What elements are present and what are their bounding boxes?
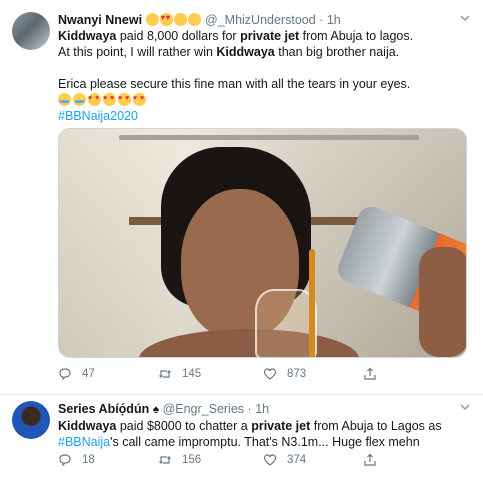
kissing-face-icon	[173, 13, 187, 26]
face-blowing-kiss-icon	[145, 13, 159, 26]
author-name[interactable]: Series Abíọ́dún	[58, 402, 149, 416]
media-pour	[309, 249, 315, 357]
heart-eyes-icon	[159, 10, 173, 26]
text-span: paid $8000 to chatter a	[116, 419, 252, 433]
tweet-line: Erica please secure this fine man with a…	[58, 77, 411, 91]
hashtag-link[interactable]: #BBNaija2020	[58, 108, 473, 124]
like-count: 873	[287, 368, 307, 380]
retweet-button[interactable]: 145	[158, 367, 201, 381]
reply-icon	[59, 454, 71, 467]
retweet-icon	[159, 370, 171, 378]
tweet-line: Kiddwaya paid $8000 to chatter a private…	[58, 418, 473, 434]
tweet-line: At this point, I will rather win Kiddway…	[58, 44, 473, 60]
text-span: paid 8,000 dollars for	[116, 29, 241, 43]
tweet-media[interactable]	[58, 128, 467, 358]
like-count: 374	[287, 454, 307, 466]
timestamp[interactable]: 1h	[255, 402, 269, 416]
share-icon	[364, 453, 376, 466]
hashtag-link[interactable]: #BBNaija	[58, 435, 110, 449]
tweet-line: #BBNaija's call came impromptu. That's N…	[58, 434, 473, 450]
tweet-actions: 18 156 374	[58, 453, 418, 469]
share-button[interactable]	[363, 367, 387, 381]
media-hand	[419, 247, 466, 357]
retweet-icon	[159, 456, 171, 464]
text-span: from Abuja to Lagos as	[310, 419, 442, 433]
avatar[interactable]	[12, 12, 50, 50]
reply-count: 18	[82, 454, 95, 466]
text-span: from Abuja to lagos.	[299, 29, 414, 43]
tweet-header: Nwanyi Nnewi @_MhizUnderstood · 1h	[58, 10, 341, 28]
share-icon	[364, 367, 376, 380]
heart-icon	[263, 368, 277, 380]
media-rail	[119, 135, 419, 140]
mention-bold: Kiddwaya	[216, 45, 275, 59]
reply-count: 47	[82, 368, 95, 380]
tweet-text: Kiddwaya paid $8000 to chatter a private…	[58, 418, 473, 450]
separator: ·	[247, 402, 252, 416]
mention-bold: Kiddwaya	[58, 419, 117, 433]
heart-icon	[263, 454, 277, 466]
heart-eyes-icon	[133, 91, 146, 107]
media-glass	[255, 289, 317, 357]
heart-eyes-icon	[103, 91, 116, 107]
like-button[interactable]: 374	[263, 453, 306, 467]
reply-button[interactable]: 18	[58, 453, 95, 467]
retweet-count: 145	[182, 368, 202, 380]
crying-laughing-icon	[73, 93, 86, 106]
chevron-down-icon[interactable]	[459, 401, 471, 416]
tweet-line: Kiddwaya paid 8,000 dollars for private …	[58, 28, 473, 44]
heart-eyes-icon	[118, 91, 131, 107]
separator: ·	[319, 13, 324, 27]
crying-laughing-icon	[58, 93, 71, 106]
emoji-row	[58, 91, 473, 108]
mention-bold: Kiddwaya	[58, 29, 117, 43]
like-button[interactable]: 873	[263, 367, 306, 381]
keyword-bold: private jet	[240, 29, 300, 43]
hands-over-face-icon	[187, 13, 201, 26]
share-button[interactable]	[363, 453, 387, 467]
avatar[interactable]	[12, 401, 50, 439]
heart-eyes-icon	[88, 91, 101, 107]
text-span: 's call came impromptu. That's N3.1m... …	[110, 435, 420, 449]
tweet[interactable]: Nwanyi Nnewi @_MhizUnderstood · 1h Kiddw…	[0, 0, 483, 395]
spade-suit-icon: ♠	[152, 402, 160, 416]
tweet-actions: 47 145 873	[58, 367, 418, 383]
text-span: than big brother naija.	[274, 45, 400, 59]
retweet-count: 156	[182, 454, 202, 466]
text-span: At this point, I will rather win	[58, 45, 217, 59]
tweet[interactable]: Series Abíọ́dún ♠ @Engr_Series · 1h Kidd…	[0, 395, 483, 481]
tweet-header: Series Abíọ́dún ♠ @Engr_Series · 1h	[58, 401, 269, 417]
author-handle[interactable]: @Engr_Series	[163, 402, 244, 416]
name-emojis	[145, 10, 205, 27]
author-handle[interactable]: @_MhizUnderstood	[205, 13, 316, 27]
reply-button[interactable]: 47	[58, 367, 95, 381]
author-name[interactable]: Nwanyi Nnewi	[58, 13, 142, 27]
tweet-text: Kiddwaya paid 8,000 dollars for private …	[58, 28, 473, 124]
reply-icon	[59, 368, 71, 381]
retweet-button[interactable]: 156	[158, 453, 201, 467]
keyword-bold: private jet	[251, 419, 311, 433]
timestamp[interactable]: 1h	[327, 13, 341, 27]
chevron-down-icon[interactable]	[459, 12, 471, 27]
